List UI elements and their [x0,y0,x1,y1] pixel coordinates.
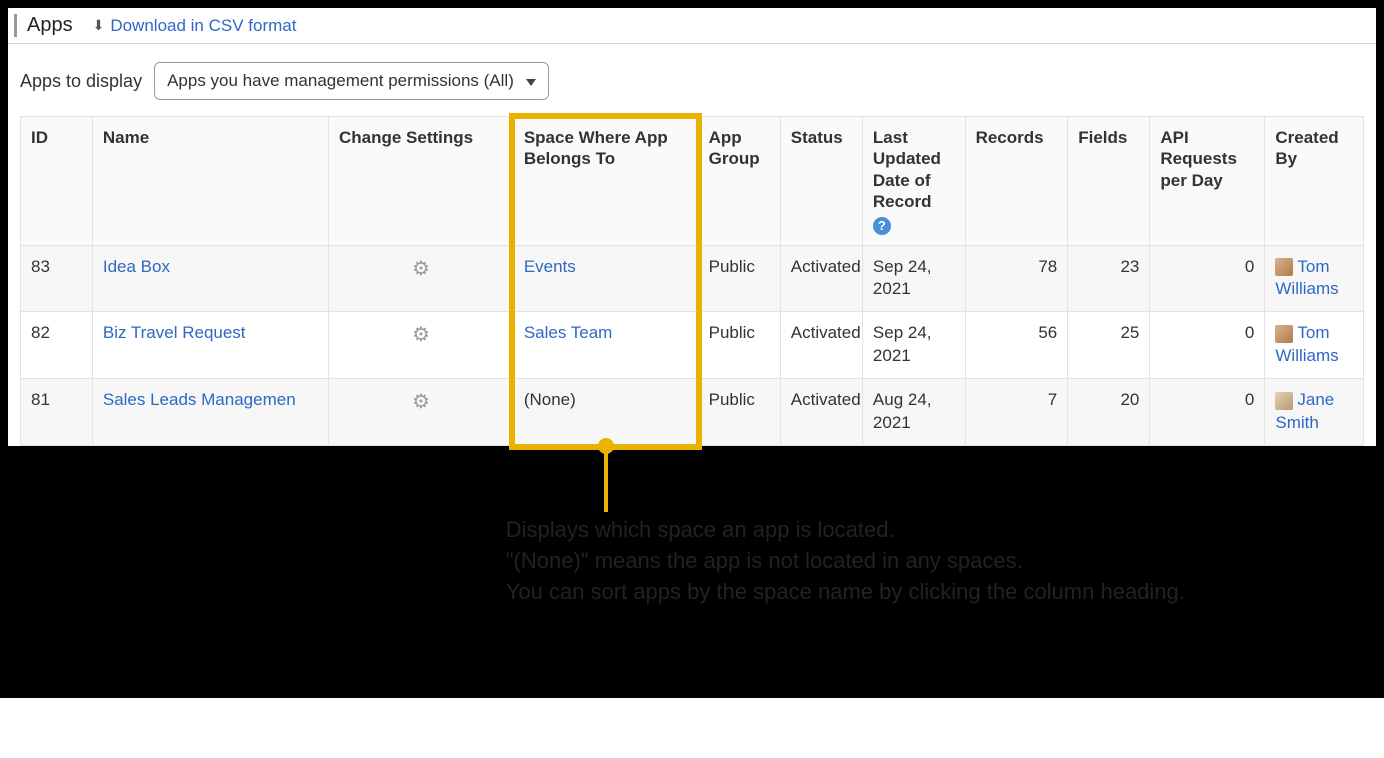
cell-id: 82 [21,312,93,379]
annotation-connector-dot [598,438,614,454]
select-value: Apps you have management permissions (Al… [167,71,514,91]
cell-status: Activated [780,245,862,312]
filter-label: Apps to display [20,71,142,92]
cell-fields: 20 [1068,379,1150,446]
table-header-row: ID Name Change Settings Space Where App … [21,117,1364,246]
cell-appgroup: Public [698,245,780,312]
annotation-text: Displays which space an app is located. … [506,515,1185,607]
download-csv-label: Download in CSV format [110,16,296,36]
cell-lastupdated: Aug 24, 2021 [862,379,965,446]
cell-id: 81 [21,379,93,446]
col-createdby[interactable]: Created By [1265,117,1364,246]
cell-status: Activated [780,312,862,379]
header-bar: Apps ⬇ Download in CSV format [8,8,1376,44]
table-row: 82 Biz Travel Request ⚙ Sales Team PublicAct… [21,312,1364,379]
cell-records: 56 [965,312,1068,379]
cell-space: Sales Team [513,312,698,379]
col-records[interactable]: Records [965,117,1068,246]
cell-space: (None) [513,379,698,446]
cell-appgroup: Public [698,379,780,446]
cell-fields: 23 [1068,245,1150,312]
download-icon: ⬇ [93,17,105,34]
cell-id: 83 [21,245,93,312]
cell-lastupdated: Sep 24, 2021 [862,245,965,312]
help-icon[interactable]: ? [873,217,891,235]
cell-space: Events [513,245,698,312]
col-api[interactable]: API Requests per Day [1150,117,1265,246]
space-link[interactable]: Sales Team [524,323,613,342]
col-name[interactable]: Name [92,117,328,246]
col-id[interactable]: ID [21,117,93,246]
col-change[interactable]: Change Settings [329,117,514,246]
col-fields[interactable]: Fields [1068,117,1150,246]
cell-records: 78 [965,245,1068,312]
app-link[interactable]: Idea Box [103,257,170,276]
apps-table: ID Name Change Settings Space Where App … [20,116,1364,446]
cell-name: Biz Travel Request [92,312,328,379]
gear-icon[interactable]: ⚙ [412,256,430,283]
avatar [1275,392,1293,410]
cell-name: Sales Leads Managemen [92,379,328,446]
col-lastupdated[interactable]: Last Updated Date of Record ? [862,117,965,246]
gear-icon[interactable]: ⚙ [412,389,430,416]
cell-createdby: Tom Williams [1265,312,1364,379]
app-link[interactable]: Biz Travel Request [103,323,246,342]
cell-lastupdated: Sep 24, 2021 [862,312,965,379]
col-status[interactable]: Status [780,117,862,246]
app-link[interactable]: Sales Leads Managemen [103,390,296,409]
space-none: (None) [524,390,576,409]
cell-status: Activated [780,379,862,446]
annotation-overlay: Displays which space an app is located. … [8,460,1376,690]
cell-change: ⚙ [329,312,514,379]
avatar [1275,325,1293,343]
cell-change: ⚙ [329,379,514,446]
cell-fields: 25 [1068,312,1150,379]
cell-records: 7 [965,379,1068,446]
cell-change: ⚙ [329,245,514,312]
col-appgroup[interactable]: App Group [698,117,780,246]
apps-to-display-select[interactable]: Apps you have management permissions (Al… [154,62,549,100]
cell-api: 0 [1150,312,1265,379]
cell-createdby: Jane Smith [1265,379,1364,446]
cell-appgroup: Public [698,312,780,379]
apps-admin-panel: Apps ⬇ Download in CSV format Apps to di… [8,8,1376,446]
avatar [1275,258,1293,276]
col-space[interactable]: Space Where App Belongs To [513,117,698,246]
col-lastupdated-label: Last Updated Date of Record [873,128,941,211]
space-link[interactable]: Events [524,257,576,276]
table-row: 81 Sales Leads Managemen ⚙ (None) PublicActi… [21,379,1364,446]
cell-createdby: Tom Williams [1265,245,1364,312]
page-title: Apps [14,14,83,37]
cell-api: 0 [1150,379,1265,446]
filter-row: Apps to display Apps you have management… [8,44,1376,116]
table-row: 83 Idea Box ⚙ Events PublicActivatedSep 24, … [21,245,1364,312]
cell-name: Idea Box [92,245,328,312]
gear-icon[interactable]: ⚙ [412,322,430,349]
download-csv-link[interactable]: ⬇ Download in CSV format [93,16,297,36]
cell-api: 0 [1150,245,1265,312]
